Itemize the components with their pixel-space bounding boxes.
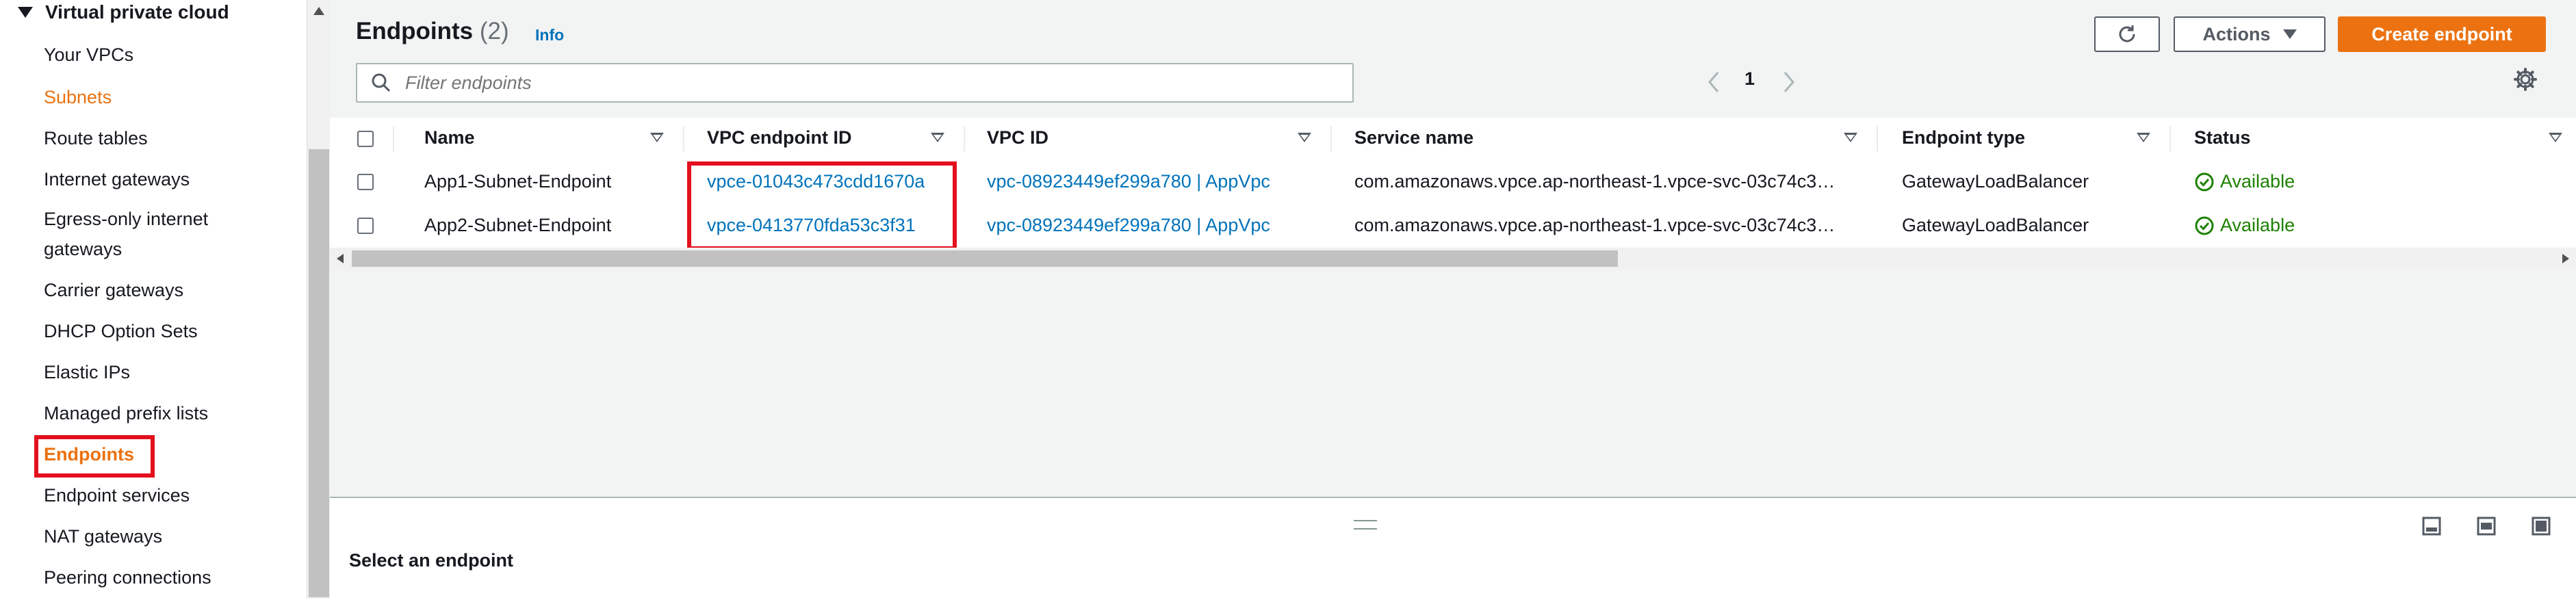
caret-down-icon — [2282, 29, 2297, 39]
cell-service-name: com.amazonaws.vpce.ap-northeast-1.vpce-s… — [1354, 215, 1836, 235]
actions-dropdown[interactable]: Actions — [2174, 16, 2326, 52]
split-panel-title: Select an endpoint — [349, 550, 514, 571]
sort-icon[interactable] — [2549, 133, 2562, 142]
status-text: Available — [2220, 215, 2295, 235]
cell-endpoint-type: GatewayLoadBalancer — [1902, 171, 2089, 192]
column-header-name[interactable]: Name — [424, 127, 475, 148]
column-divider[interactable] — [1877, 126, 1878, 152]
sort-icon[interactable] — [1844, 133, 1857, 142]
highlight-box-endpoints — [34, 435, 155, 478]
column-divider[interactable] — [2169, 126, 2171, 152]
sort-icon[interactable] — [1298, 133, 1311, 142]
highlight-box-endpoint-ids — [687, 161, 957, 250]
column-header-vpc-endpoint-id[interactable]: VPC endpoint ID — [707, 127, 852, 148]
column-divider — [393, 126, 394, 152]
table-header: Name VPC endpoint ID VPC ID Service name… — [330, 118, 2576, 161]
sidebar-item-elastic-ips[interactable]: Elastic IPs — [44, 357, 130, 387]
panel-side-icon[interactable] — [2476, 516, 2497, 536]
actions-label: Actions — [2202, 23, 2271, 44]
sidebar-item-route-tables[interactable]: Route tables — [44, 123, 148, 153]
cell-vpc-id-link[interactable]: vpc-08923449ef299a780 | AppVpc — [987, 215, 1270, 236]
cell-vpc-id-link[interactable]: vpc-08923449ef299a780 | AppVpc — [987, 171, 1270, 192]
scroll-left-icon[interactable] — [337, 254, 344, 263]
sort-icon[interactable] — [2137, 133, 2150, 142]
cell-service-name: com.amazonaws.vpce.ap-northeast-1.vpce-s… — [1354, 171, 1836, 192]
current-page-number[interactable]: 1 — [1744, 68, 1755, 90]
split-panel: Select an endpoint — [330, 497, 2576, 600]
sidebar-item-carrier-gateways[interactable]: Carrier gateways — [44, 275, 183, 305]
sort-icon[interactable] — [650, 133, 664, 142]
filter-box[interactable] — [356, 63, 1354, 103]
row-checkbox[interactable] — [357, 174, 374, 190]
sort-icon[interactable] — [931, 133, 944, 142]
column-divider[interactable] — [1330, 126, 1332, 152]
sidebar-item-peering-connections[interactable]: Peering connections — [44, 562, 211, 592]
select-all-checkbox[interactable] — [357, 131, 374, 147]
column-divider[interactable] — [683, 126, 684, 152]
panel-full-icon[interactable] — [2531, 516, 2551, 536]
search-icon — [372, 73, 391, 92]
info-link[interactable]: Info — [535, 26, 564, 44]
sidebar-item-managed-prefix-lists[interactable]: Managed prefix lists — [44, 398, 208, 428]
sidebar-item-egress-only-gateways[interactable]: Egress-only internet — [44, 204, 208, 234]
cell-status: Available — [2194, 171, 2295, 192]
column-header-service-name[interactable]: Service name — [1354, 127, 1473, 148]
sidebar-scrollbar-thumb[interactable] — [309, 149, 329, 597]
sidebar-section-title: Virtual private cloud — [45, 1, 229, 23]
caret-down-icon — [18, 7, 33, 18]
cell-name: App1-Subnet-Endpoint — [424, 171, 612, 192]
page-title-text: Endpoints — [356, 18, 474, 44]
scroll-right-icon[interactable] — [2562, 254, 2569, 263]
sidebar-item-egress-only-gateways-line2[interactable]: gateways — [44, 234, 122, 264]
column-header-endpoint-type[interactable]: Endpoint type — [1902, 127, 2025, 148]
cell-name: App2-Subnet-Endpoint — [424, 215, 612, 235]
cell-endpoint-type: GatewayLoadBalancer — [1902, 215, 2089, 235]
sidebar-section-vpc[interactable]: Virtual private cloud — [18, 1, 229, 23]
sidebar-item-subnets[interactable]: Subnets — [44, 82, 112, 112]
resize-handle-icon[interactable] — [1354, 520, 1377, 530]
sidebar-item-dhcp-option-sets[interactable]: DHCP Option Sets — [44, 316, 198, 346]
horizontal-scrollbar-thumb[interactable] — [352, 250, 1618, 267]
refresh-button[interactable] — [2094, 16, 2160, 52]
row-checkbox[interactable] — [357, 218, 374, 234]
column-divider[interactable] — [964, 126, 965, 152]
sidebar-item-internet-gateways[interactable]: Internet gateways — [44, 164, 190, 194]
page-title: Endpoints (2) — [356, 18, 509, 45]
chevron-right-icon[interactable] — [1781, 67, 1799, 97]
sidebar-item-your-vpcs[interactable]: Your VPCs — [44, 40, 133, 70]
cell-status: Available — [2194, 215, 2295, 236]
column-header-status[interactable]: Status — [2194, 127, 2251, 148]
sidebar-item-endpoint-services[interactable]: Endpoint services — [44, 480, 190, 510]
table-row[interactable]: App2-Subnet-Endpoint vpce-0413770fda53c3… — [330, 204, 2576, 248]
status-check-icon — [2195, 216, 2214, 235]
create-endpoint-button[interactable]: Create endpoint — [2338, 16, 2546, 52]
panel-bottom-icon[interactable] — [2421, 516, 2442, 536]
table-row[interactable]: App1-Subnet-Endpoint vpce-01043c473cdd16… — [330, 160, 2576, 205]
gear-icon[interactable] — [2513, 67, 2538, 92]
chevron-left-icon[interactable] — [1704, 67, 1722, 97]
sidebar-nav: Virtual private cloud Your VPCs Subnets … — [0, 0, 307, 599]
endpoint-count: (2) — [479, 18, 509, 44]
filter-input[interactable] — [404, 71, 1296, 94]
status-check-icon — [2195, 172, 2214, 191]
scroll-up-icon[interactable] — [313, 7, 324, 15]
status-text: Available — [2220, 171, 2295, 192]
sidebar-item-nat-gateways[interactable]: NAT gateways — [44, 521, 162, 551]
refresh-icon — [2119, 25, 2135, 42]
main-content: Endpoints (2) Info Actions Create endpoi… — [330, 0, 2576, 600]
table-horizontal-scrollbar[interactable] — [330, 248, 2576, 270]
sidebar-scrollbar[interactable] — [307, 0, 331, 599]
column-header-vpc-id[interactable]: VPC ID — [987, 127, 1048, 148]
